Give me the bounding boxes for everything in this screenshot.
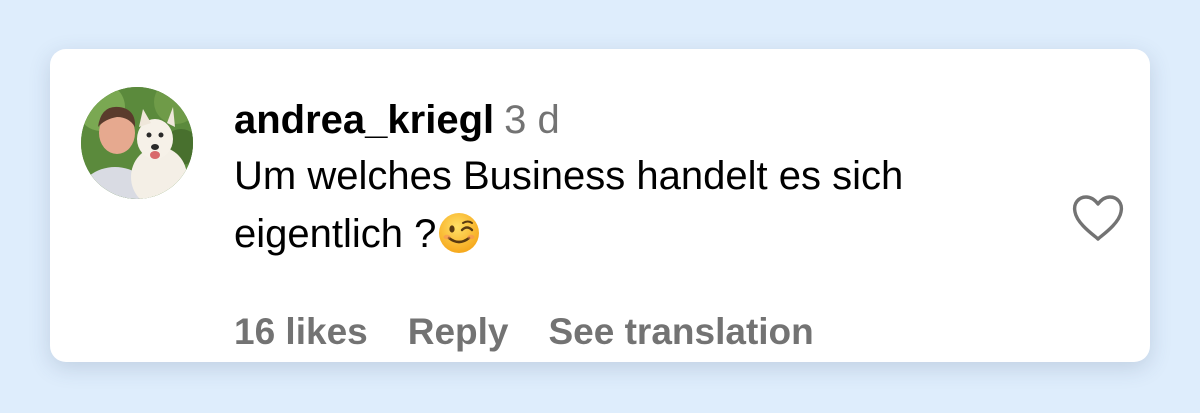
winking-face-emoji	[439, 213, 480, 253]
comment-card: andrea_kriegl 3 d Um welches Business han…	[50, 49, 1150, 362]
comment-text: Um welches Business handelt es sich eige…	[234, 154, 904, 256]
heart-outline-icon[interactable]	[1071, 194, 1125, 244]
comment-body: Um welches Business handelt es sich eige…	[234, 147, 1054, 263]
username-link[interactable]: andrea_kriegl	[234, 98, 494, 142]
comment-header: andrea_kriegl 3 d	[234, 95, 1054, 145]
reply-button[interactable]: Reply	[408, 311, 509, 352]
see-translation-button[interactable]: See translation	[549, 311, 814, 352]
comment-timestamp[interactable]: 3 d	[504, 98, 560, 142]
likes-count-button[interactable]: 16 likes	[234, 311, 368, 352]
avatar-photo-icon	[81, 87, 193, 199]
user-avatar[interactable]	[81, 87, 193, 199]
comment-actions: 16 likes Reply See translation	[234, 307, 854, 357]
comment-content: andrea_kriegl 3 d Um welches Business han…	[234, 95, 1054, 263]
